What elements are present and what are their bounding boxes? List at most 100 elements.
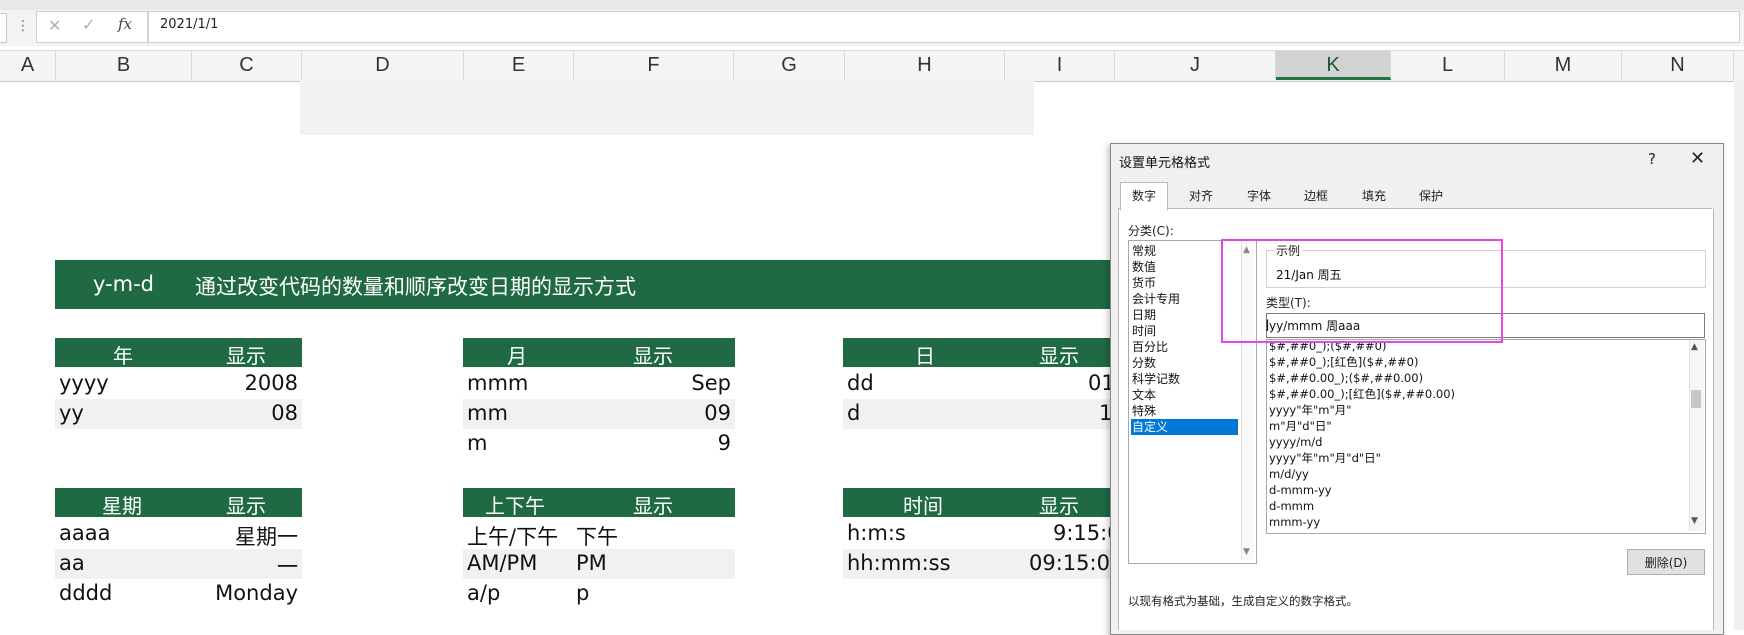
table-row[interactable]: 上午/下午 下午 (463, 519, 735, 549)
time-table-header: 时间 显示 (843, 488, 1111, 518)
title-code: y-m-d (93, 272, 155, 296)
column-header-g[interactable]: G (734, 51, 845, 80)
column-header-h[interactable]: H (845, 51, 1005, 80)
table-row[interactable]: mmm Sep (463, 369, 735, 399)
weekday-header-display: 显示 (226, 494, 266, 518)
category-item-text[interactable]: 文本 (1131, 387, 1238, 403)
time-header-code: 时间 (903, 494, 943, 518)
column-header-d[interactable]: D (302, 51, 464, 80)
format-list-scrollbar[interactable] (1689, 340, 1704, 531)
column-header-f[interactable]: F (574, 51, 734, 80)
column-header-n[interactable]: N (1622, 51, 1734, 80)
tab-font[interactable]: 字体 (1236, 185, 1282, 208)
list-item[interactable]: d-mmm (1269, 498, 1314, 514)
category-item-fraction[interactable]: 分数 (1131, 355, 1238, 371)
month-display: 09 (704, 401, 731, 425)
column-header-l[interactable]: L (1391, 51, 1505, 80)
ampm-display: PM (576, 551, 607, 575)
help-icon[interactable]: ? (1648, 150, 1656, 168)
format-list-scroll-thumb[interactable] (1691, 390, 1701, 408)
year-header-code: 年 (113, 344, 133, 368)
table-row[interactable]: d 1 (843, 399, 1112, 429)
list-item[interactable]: mmm-yy (1269, 514, 1320, 530)
formula-bar-grip-icon[interactable]: ⋮ (16, 18, 30, 34)
list-item[interactable]: $#,##0.00_);($#,##0.00) (1269, 370, 1423, 386)
table-row[interactable]: dddd Monday (55, 579, 302, 609)
time-code: hh:mm:ss (847, 551, 951, 575)
category-item-custom[interactable]: 自定义 (1131, 419, 1238, 435)
scroll-down-icon[interactable]: ▼ (1243, 547, 1250, 557)
column-header-k[interactable]: K (1276, 51, 1391, 80)
weekday-display: 一 (277, 555, 298, 579)
column-header-e[interactable]: E (464, 51, 574, 80)
window-top-strip (0, 0, 1744, 10)
delete-button[interactable]: 删除(D) (1627, 549, 1705, 575)
tab-number[interactable]: 数字 (1120, 182, 1169, 211)
table-row[interactable]: a/p p (463, 579, 735, 609)
time-code: h:m:s (847, 521, 906, 545)
month-code: mmm (467, 371, 529, 395)
list-item[interactable]: yyyy"年"m"月"d"日" (1269, 450, 1381, 466)
table-row[interactable]: yyyy 2008 (55, 369, 302, 399)
insert-function-icon[interactable]: fx (118, 15, 132, 33)
table-row[interactable]: yy 08 (55, 399, 302, 429)
annotation-highlight-box (1221, 239, 1503, 343)
list-item[interactable]: yyyy"年"m"月" (1269, 402, 1352, 418)
tab-protection[interactable]: 保护 (1408, 185, 1454, 208)
list-item[interactable]: m"月"d"日" (1269, 418, 1332, 434)
list-item[interactable]: $#,##0.00_);[红色]($#,##0.00) (1269, 386, 1455, 402)
name-box[interactable] (0, 13, 7, 43)
table-row[interactable]: mm 09 (463, 399, 735, 429)
dialog-title: 设置单元格格式 (1119, 156, 1211, 171)
table-row[interactable]: aaaa 星期一 (55, 519, 302, 549)
cancel-icon[interactable]: ✕ (48, 16, 61, 35)
list-item[interactable]: yyyy/m/d (1269, 434, 1322, 450)
enter-icon[interactable]: ✓ (82, 15, 95, 34)
table-row[interactable]: AM/PM PM (463, 549, 735, 579)
shaded-cell-range[interactable] (300, 81, 1034, 135)
year-code: yy (59, 401, 84, 425)
ampm-display: 下午 (576, 525, 618, 549)
list-item[interactable]: $#,##0_);[红色]($#,##0) (1269, 354, 1418, 370)
scroll-down-icon[interactable]: ▼ (1691, 516, 1698, 526)
column-header-b[interactable]: B (56, 51, 192, 80)
month-code: mm (467, 401, 508, 425)
weekday-display: Monday (215, 581, 298, 605)
sheet-vertical-scrollbar[interactable] (1734, 80, 1744, 630)
year-display: 08 (271, 401, 298, 425)
close-icon[interactable]: ✕ (1690, 148, 1705, 169)
ampm-header-display: 显示 (633, 494, 673, 518)
weekday-code: aaaa (59, 521, 111, 545)
column-header-j[interactable]: J (1115, 51, 1276, 80)
list-item[interactable]: d-mmm-yy (1269, 482, 1332, 498)
tab-border[interactable]: 边框 (1293, 185, 1339, 208)
table-row[interactable]: dd 01 (843, 369, 1115, 399)
table-row[interactable]: hh:mm:ss 09:15:00 (843, 549, 1123, 579)
tab-fill[interactable]: 填充 (1351, 185, 1397, 208)
category-label: 分类(C): (1128, 224, 1174, 238)
month-display: Sep (691, 371, 731, 395)
list-item[interactable]: m/d/yy (1269, 466, 1309, 482)
tab-alignment[interactable]: 对齐 (1178, 185, 1224, 208)
table-row[interactable]: h:m:s 9:15:0 (843, 519, 1121, 549)
column-header-m[interactable]: M (1505, 51, 1622, 80)
time-header-display: 显示 (1039, 494, 1079, 518)
column-header-i[interactable]: I (1005, 51, 1115, 80)
scroll-up-icon[interactable]: ▲ (1691, 342, 1698, 352)
category-item-scientific[interactable]: 科学记数 (1131, 371, 1238, 387)
weekday-code: dddd (59, 581, 113, 605)
table-row[interactable]: m 9 (463, 429, 735, 459)
formula-input[interactable] (148, 11, 1740, 43)
day-code: dd (847, 371, 874, 395)
title-text: 通过改变代码的数量和顺序改变日期的显示方式 (195, 275, 636, 299)
weekday-display: 星期一 (235, 525, 298, 549)
table-row[interactable]: aa 一 (55, 549, 302, 579)
year-code: yyyy (59, 371, 109, 395)
ampm-table-header: 上下午 显示 (463, 488, 735, 518)
column-header-a[interactable]: A (0, 51, 56, 80)
hint-text: 以现有格式为基础，生成自定义的数字格式。 (1128, 594, 1358, 608)
weekday-header-code: 星期 (102, 494, 142, 518)
column-header-c[interactable]: C (192, 51, 302, 80)
month-table-header: 月 显示 (463, 338, 735, 368)
category-item-special[interactable]: 特殊 (1131, 403, 1238, 419)
